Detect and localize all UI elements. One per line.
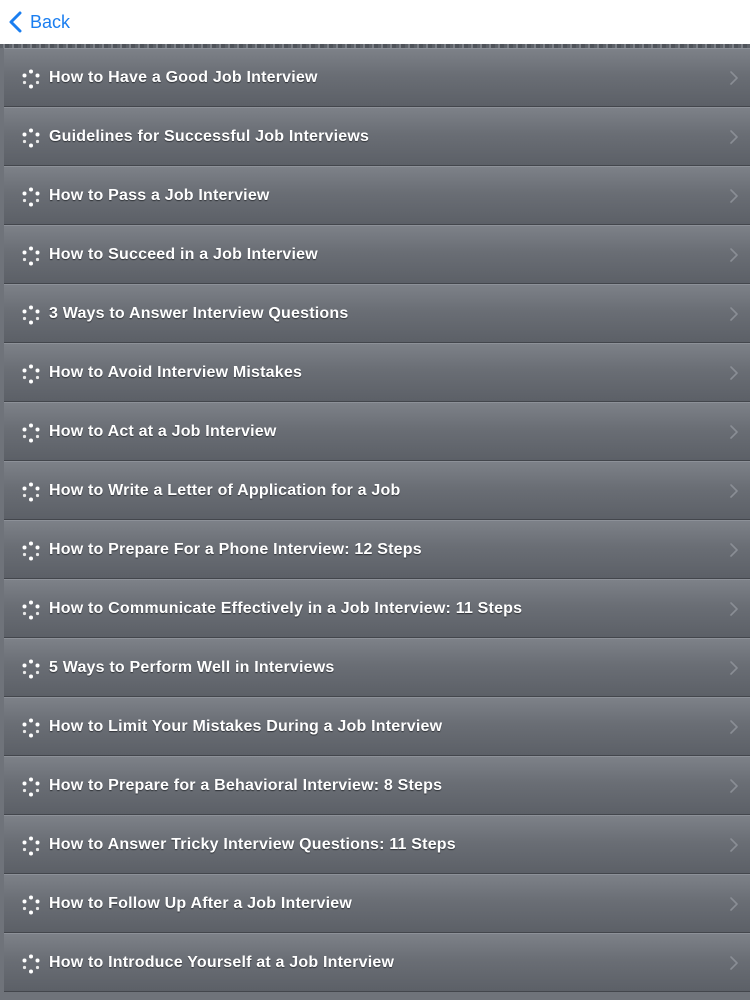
sparkle-dots-icon xyxy=(22,69,40,89)
back-button[interactable]: Back xyxy=(8,8,70,36)
list-item[interactable]: How to Act at a Job Interview xyxy=(4,402,750,461)
chevron-left-icon xyxy=(9,11,22,33)
sparkle-dots-icon xyxy=(22,600,40,620)
list-item[interactable]: 3 Ways to Answer Interview Questions xyxy=(4,284,750,343)
chevron-right-icon xyxy=(730,720,738,734)
sparkle-dots-icon xyxy=(22,954,40,974)
sparkle-dots-icon xyxy=(22,718,40,738)
sparkle-dots-icon xyxy=(22,246,40,266)
list-item[interactable]: How to Succeed in a Job Interview xyxy=(4,225,750,284)
sparkle-dots-icon xyxy=(22,777,40,797)
list-item[interactable]: How to Answer Tricky Interview Questions… xyxy=(4,815,750,874)
list-item-title: How to Answer Tricky Interview Questions… xyxy=(49,836,456,853)
list-item[interactable]: How to Follow Up After a Job Interview xyxy=(4,874,750,933)
navigation-bar: Back xyxy=(0,0,750,44)
list-item[interactable]: How to Prepare for a Behavioral Intervie… xyxy=(4,756,750,815)
list-item-title: How to Prepare for a Behavioral Intervie… xyxy=(49,777,443,794)
sparkle-dots-icon xyxy=(22,187,40,207)
list-item[interactable]: How to Prepare For a Phone Interview: 12… xyxy=(4,520,750,579)
list-item-title: How to Follow Up After a Job Interview xyxy=(49,895,353,912)
chevron-right-icon xyxy=(730,71,738,85)
chevron-right-icon xyxy=(730,956,738,970)
chevron-right-icon xyxy=(730,425,738,439)
list-item-title: How to Introduce Yourself at a Job Inter… xyxy=(49,954,395,971)
list-item[interactable]: How to Limit Your Mistakes During a Job … xyxy=(4,697,750,756)
chevron-right-icon xyxy=(730,484,738,498)
list-item-title: How to Have a Good Job Interview xyxy=(49,69,318,86)
chevron-right-icon xyxy=(730,897,738,911)
list-item-title: How to Write a Letter of Application for… xyxy=(49,482,401,499)
list-item[interactable]: How to Have a Good Job Interview xyxy=(4,48,750,107)
list-item[interactable]: How to Pass a Job Interview xyxy=(4,166,750,225)
list-item-title: How to Prepare For a Phone Interview: 12… xyxy=(49,541,422,558)
back-button-label: Back xyxy=(30,11,71,32)
list-item-title: How to Pass a Job Interview xyxy=(49,187,270,204)
list-item-title: How to Succeed in a Job Interview xyxy=(49,246,318,263)
sparkle-dots-icon xyxy=(22,895,40,915)
chevron-right-icon xyxy=(730,366,738,380)
chevron-right-icon xyxy=(730,838,738,852)
list-item[interactable]: How to Avoid Interview Mistakes xyxy=(4,343,750,402)
chevron-right-icon xyxy=(730,189,738,203)
list-item-title: How to Act at a Job Interview xyxy=(49,423,277,440)
list-item-title: 5 Ways to Perform Well in Interviews xyxy=(49,659,335,676)
sparkle-dots-icon xyxy=(22,423,40,443)
sparkle-dots-icon xyxy=(22,836,40,856)
list-item[interactable]: How to Communicate Effectively in a Job … xyxy=(4,579,750,638)
sparkle-dots-icon xyxy=(22,128,40,148)
list-item-title: 3 Ways to Answer Interview Questions xyxy=(49,305,349,322)
chevron-right-icon xyxy=(730,307,738,321)
article-list: How to Have a Good Job Interview Guideli… xyxy=(0,48,750,992)
list-item-title: Guidelines for Successful Job Interviews xyxy=(49,128,370,145)
list-item[interactable]: Guidelines for Successful Job Interviews xyxy=(4,107,750,166)
chevron-right-icon xyxy=(730,130,738,144)
list-item[interactable]: How to Write a Letter of Application for… xyxy=(4,461,750,520)
chevron-right-icon xyxy=(730,248,738,262)
chevron-right-icon xyxy=(730,661,738,675)
list-item-title: How to Communicate Effectively in a Job … xyxy=(49,600,523,617)
list-item[interactable]: How to Introduce Yourself at a Job Inter… xyxy=(4,933,750,992)
sparkle-dots-icon xyxy=(22,659,40,679)
list-item-title: How to Limit Your Mistakes During a Job … xyxy=(49,718,443,735)
sparkle-dots-icon xyxy=(22,305,40,325)
list-item[interactable]: 5 Ways to Perform Well in Interviews xyxy=(4,638,750,697)
sparkle-dots-icon xyxy=(22,482,40,502)
chevron-right-icon xyxy=(730,602,738,616)
chevron-right-icon xyxy=(730,543,738,557)
sparkle-dots-icon xyxy=(22,541,40,561)
sparkle-dots-icon xyxy=(22,364,40,384)
list-item-title: How to Avoid Interview Mistakes xyxy=(49,364,303,381)
chevron-right-icon xyxy=(730,779,738,793)
